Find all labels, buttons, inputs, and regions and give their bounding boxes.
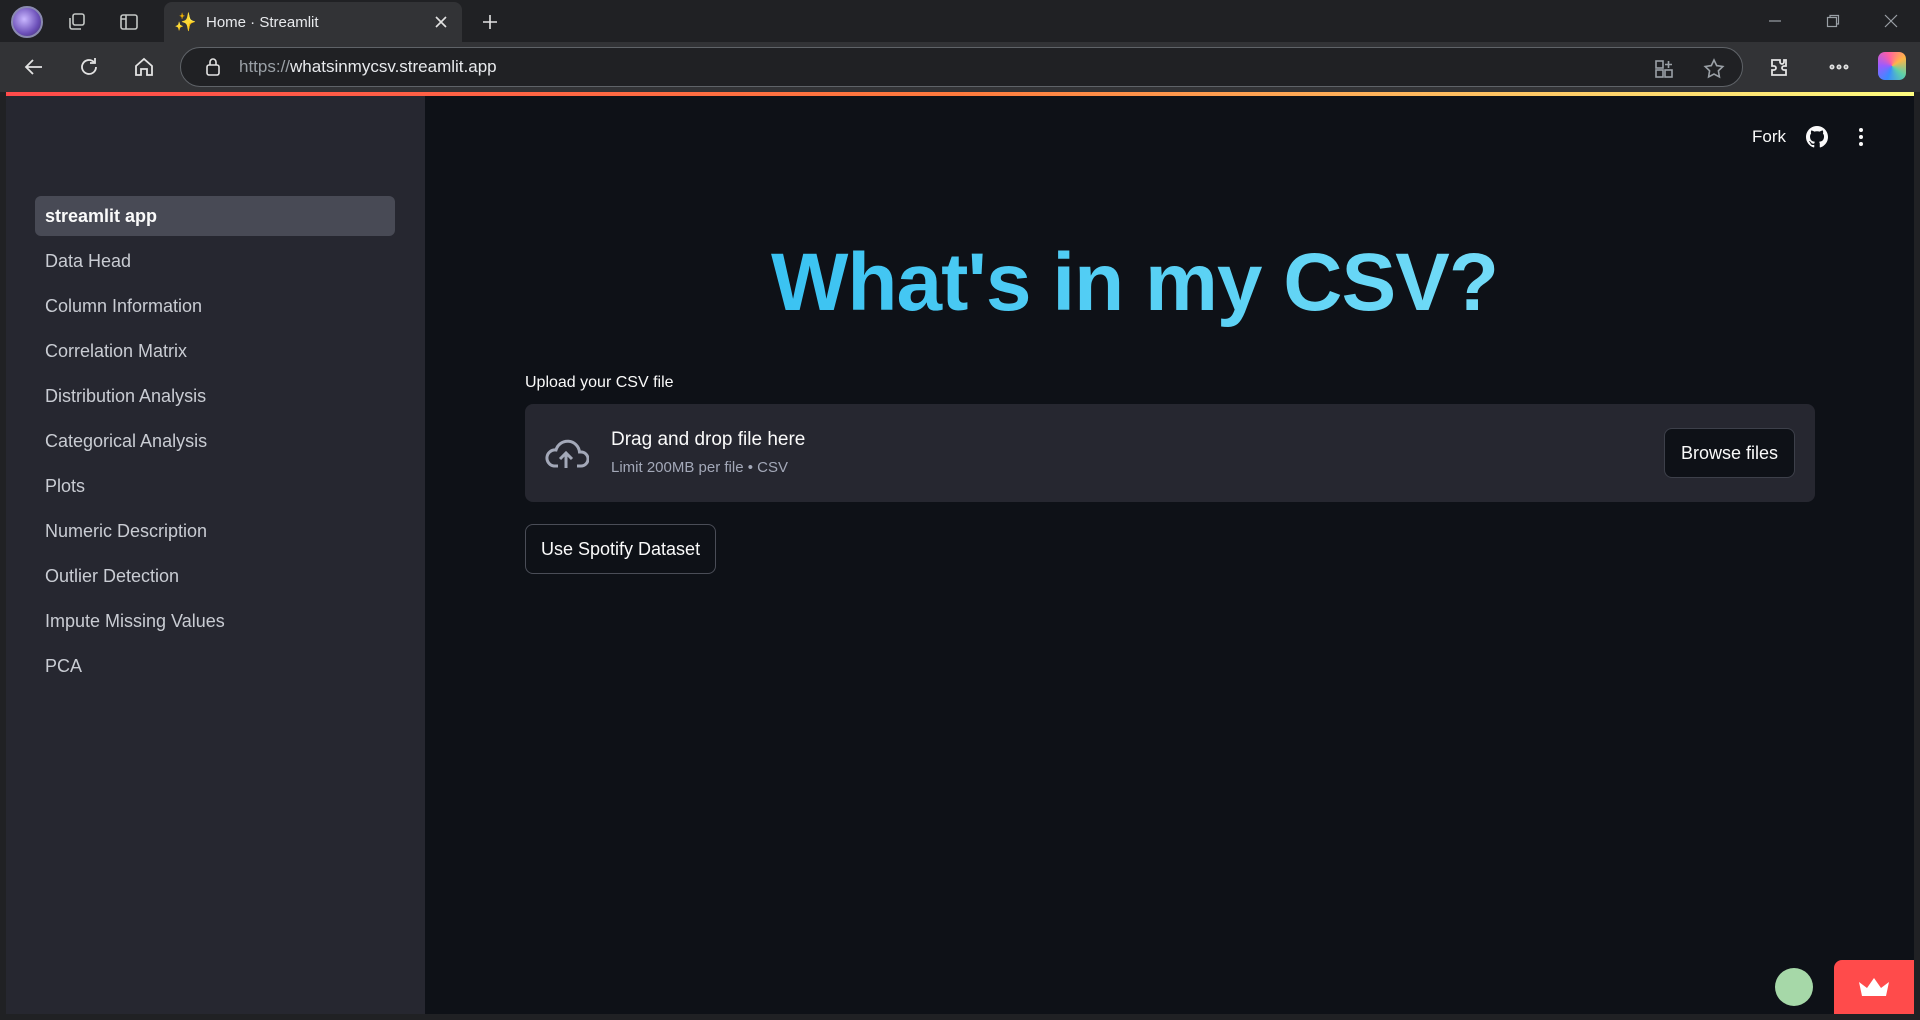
sidebar-item-data-head[interactable]: Data Head (35, 241, 395, 281)
main-content: Fork What's in my CSV? Upload your CSV f… (425, 96, 1914, 1014)
browse-files-button[interactable]: Browse files (1663, 428, 1795, 478)
sidebar-item-column-information[interactable]: Column Information (35, 286, 395, 326)
fork-link[interactable]: Fork (1752, 127, 1786, 147)
status-indicator[interactable] (1775, 968, 1813, 1006)
refresh-icon[interactable] (71, 50, 107, 84)
more-options-icon[interactable] (1821, 50, 1857, 84)
sidebar-nav: streamlit app Data Head Column Informati… (35, 196, 395, 691)
restore-icon[interactable] (1808, 6, 1858, 36)
github-icon[interactable] (1804, 124, 1830, 150)
window-close-icon[interactable] (1866, 6, 1916, 36)
sidebar-item-categorical-analysis[interactable]: Categorical Analysis (35, 421, 395, 461)
active-tab[interactable]: ✨ Home · Streamlit (164, 2, 462, 42)
favorite-star-icon[interactable] (1703, 58, 1725, 80)
app-header-actions: Fork (1752, 122, 1874, 152)
home-icon[interactable] (126, 50, 162, 84)
sidebar-item-impute-missing-values[interactable]: Impute Missing Values (35, 601, 395, 641)
tab-actions-icon[interactable] (108, 7, 150, 37)
file-dropzone[interactable]: Drag and drop file here Limit 200MB per … (525, 404, 1815, 502)
streamlit-app: streamlit app Data Head Column Informati… (6, 96, 1914, 1014)
browser-toolbar: https://whatsinmycsv.streamlit.app (0, 42, 1920, 92)
new-tab-icon[interactable] (474, 8, 506, 36)
sidebar-item-pca[interactable]: PCA (35, 646, 395, 686)
workspaces-icon[interactable] (56, 7, 98, 37)
tab-close-icon[interactable] (430, 11, 452, 33)
lock-icon[interactable] (203, 57, 223, 77)
url-text[interactable]: https://whatsinmycsv.streamlit.app (239, 57, 497, 77)
minimize-icon[interactable] (1750, 6, 1800, 36)
copilot-icon[interactable] (1878, 52, 1906, 80)
manage-app-button[interactable] (1834, 960, 1914, 1014)
sidebar-item-streamlit-app[interactable]: streamlit app (35, 196, 395, 236)
cloud-upload-icon (543, 434, 590, 474)
sidebar-item-correlation-matrix[interactable]: Correlation Matrix (35, 331, 395, 371)
sidebar-item-outlier-detection[interactable]: Outlier Detection (35, 556, 395, 596)
page-title: What's in my CSV? (425, 236, 1844, 330)
dropzone-title: Drag and drop file here (611, 429, 806, 450)
dropzone-limit: Limit 200MB per file • CSV (611, 459, 788, 476)
extensions-icon[interactable] (1761, 50, 1797, 84)
back-icon[interactable] (16, 50, 52, 84)
crown-icon (1859, 978, 1889, 996)
sidebar-item-plots[interactable]: Plots (35, 466, 395, 506)
profile-avatar[interactable] (6, 6, 48, 38)
sparkles-favicon-icon: ✨ (174, 11, 197, 32)
sidebar-item-numeric-description[interactable]: Numeric Description (35, 511, 395, 551)
uploader-label: Upload your CSV file (525, 374, 674, 391)
use-spotify-dataset-button[interactable]: Use Spotify Dataset (525, 524, 717, 574)
sidebar-item-distribution-analysis[interactable]: Distribution Analysis (35, 376, 395, 416)
browser-tabstrip: ✨ Home · Streamlit (0, 0, 1920, 42)
main-menu-icon[interactable] (1848, 124, 1874, 150)
address-bar[interactable]: https://whatsinmycsv.streamlit.app (180, 47, 1743, 87)
tab-title: Home · Streamlit (206, 13, 319, 31)
app-available-icon[interactable] (1653, 58, 1675, 80)
sidebar: streamlit app Data Head Column Informati… (6, 96, 425, 1014)
